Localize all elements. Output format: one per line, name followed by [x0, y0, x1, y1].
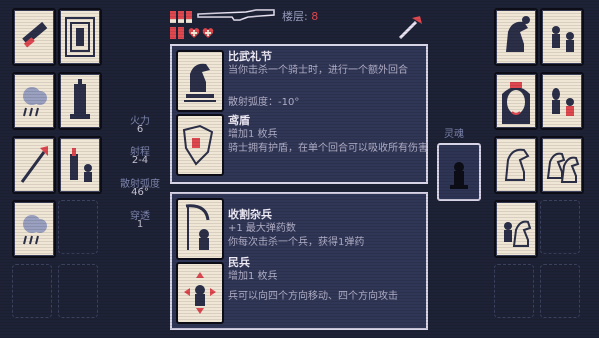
enemy-card-pawn-knight[interactable]	[494, 200, 538, 258]
empty-card-slot	[58, 200, 98, 254]
enemy-card-knight-2[interactable]	[494, 136, 538, 194]
cursor-axe-icon	[398, 14, 424, 44]
stat-range-value: 2-4	[131, 155, 149, 166]
empty-card-slot	[12, 264, 52, 318]
card-shotgun-barrel[interactable]	[12, 8, 56, 66]
soul-label: 灵魂	[444, 129, 464, 140]
shield-card	[176, 114, 224, 176]
kite-shield-icon	[182, 124, 214, 166]
floor-indicator: 楼层: 8	[282, 8, 318, 24]
queen-portrait-icon	[502, 82, 530, 124]
bishop-pawn-icon	[552, 88, 574, 116]
stat-spread-value: 46°	[131, 187, 149, 198]
health-hearts	[170, 26, 226, 45]
upgrade-panel-bottom[interactable]: 收割杂兵 +1 最大弹药数 你每次击杀一个兵，获得1弹药 民兵 增加1 枚兵 兵…	[170, 192, 428, 330]
pawn-knight-icon	[504, 220, 532, 247]
floor-label: 楼层:	[282, 10, 308, 23]
pawn-soul-icon	[450, 162, 468, 189]
enemy-card-knight[interactable]	[494, 8, 538, 66]
king-pawn-icon	[70, 148, 92, 182]
upgrade-title: 收割杂兵	[228, 208, 272, 221]
upgrade-desc: 增加1 枚兵	[228, 271, 278, 282]
upgrade-desc: 增加1 枚兵	[228, 129, 278, 140]
upgrade-desc: +1 最大弹药数	[228, 223, 296, 234]
card-king-pawn[interactable]	[58, 136, 102, 194]
empty-card-slot	[540, 264, 580, 318]
scythe-card	[176, 198, 224, 260]
upgrade-desc: 散射弧度：-10°	[228, 97, 300, 108]
upgrade-title: 民兵	[228, 256, 250, 269]
pawn-pair-icon	[552, 26, 574, 52]
enemy-card-knight-pair[interactable]	[540, 136, 584, 194]
empty-card-slot	[540, 200, 580, 254]
upgrade-desc: 兵可以向四个方向移动、四个方向攻击	[228, 291, 398, 302]
empty-card-slot	[494, 264, 534, 318]
militia-card	[176, 262, 224, 324]
tournament-card	[176, 50, 224, 112]
knight-tournament-icon	[184, 63, 216, 102]
upgrade-title: 比武礼节	[228, 50, 272, 63]
card-storm-cloud-2[interactable]	[12, 200, 56, 258]
soul-card[interactable]	[437, 143, 481, 201]
upgrade-desc: 当你击杀一个骑士时，进行一个额外回合	[228, 65, 408, 76]
axe-icon	[20, 146, 48, 183]
upgrade-title: 鸢盾	[228, 114, 250, 127]
stat-firepower-value: 6	[136, 124, 144, 135]
floor-value: 8	[311, 10, 319, 23]
scythe-pawn-icon	[185, 204, 210, 250]
card-dark-king[interactable]	[58, 72, 102, 130]
enemy-card-queen[interactable]	[494, 72, 538, 130]
card-maze-king[interactable]	[58, 8, 102, 66]
card-storm-cloud[interactable]	[12, 72, 56, 130]
knight-pair-icon	[546, 152, 580, 183]
empty-card-slot	[58, 264, 98, 318]
ammo-shells	[170, 8, 194, 27]
card-axe[interactable]	[12, 136, 56, 194]
barrel-icon	[22, 21, 48, 48]
stat-pierce-value: 1	[136, 219, 144, 230]
shotgun-icon	[196, 6, 276, 26]
maze-icon	[65, 17, 95, 57]
enemy-card-bishops[interactable]	[540, 72, 584, 130]
cloud-icon	[23, 215, 47, 245]
cloud-icon	[23, 87, 47, 117]
enemy-card-pawns[interactable]	[540, 8, 584, 66]
militia-pawn-icon	[184, 272, 216, 314]
knight-icon	[504, 148, 530, 181]
shell-icon	[170, 11, 192, 23]
upgrade-desc: 你每次击杀一个兵，获得1弹药	[228, 237, 365, 248]
knight-icon	[506, 16, 530, 52]
upgrade-desc: 骑士拥有护盾，在单个回合可以吸收所有伤害	[228, 143, 428, 154]
king-piece-icon	[70, 79, 90, 119]
upgrade-panel-top[interactable]: 比武礼节 当你击杀一个骑士时，进行一个额外回合 散射弧度：-10° 鸢盾 增加1…	[170, 44, 428, 184]
